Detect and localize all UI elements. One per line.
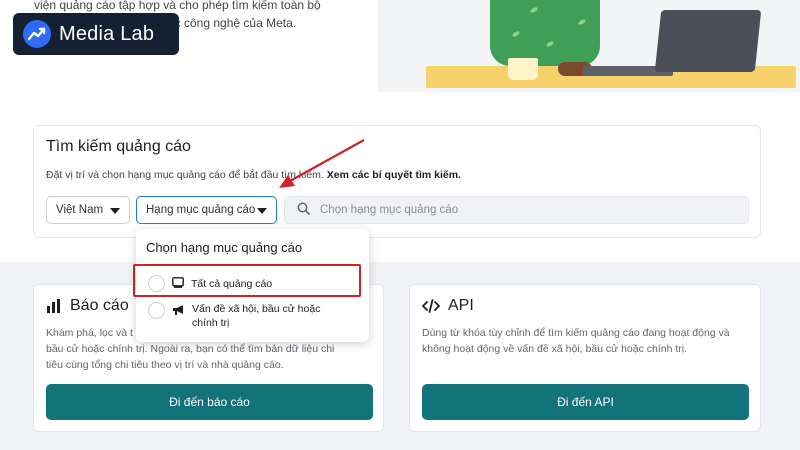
media-lab-logo: Media Lab	[13, 13, 179, 55]
api-description: Dùng từ khóa tùy chỉnh để tìm kiếm quảng…	[422, 327, 730, 355]
api-title: API	[422, 297, 474, 315]
hero-text-line1: viện quảng cáo tập hợp và cho phép tìm k…	[34, 0, 321, 12]
report-desc-line1: Khám phá, lọc và t	[46, 327, 133, 339]
search-title: Tìm kiếm quảng cáo	[46, 138, 191, 155]
api-title-text: API	[448, 297, 474, 314]
report-desc-line2: bầu cử hoặc chính trị. Ngoài ra, bạn có …	[46, 343, 335, 355]
search-placeholder: Chọn hạng mục quảng cáo	[320, 204, 459, 216]
option-label: Vấn đề xã hội, bầu cử hoặc chính trị	[192, 303, 321, 329]
go-to-api-button[interactable]: Đi đến API	[422, 384, 749, 420]
search-subtitle: Đặt vị trí và chọn hạng mục quảng cáo để…	[46, 169, 461, 181]
go-to-report-button[interactable]: Đi đến báo cáo	[46, 384, 373, 420]
category-value: Hạng mục quảng cáo	[146, 204, 256, 216]
person-shirt	[490, 0, 600, 66]
laptop-screen	[654, 10, 762, 72]
country-value: Việt Nam	[56, 204, 104, 216]
report-title: Báo cáo	[46, 297, 129, 315]
caret-down-icon	[257, 208, 267, 214]
search-icon	[297, 202, 310, 218]
megaphone-icon	[172, 304, 185, 316]
code-icon	[422, 299, 440, 313]
search-instructions: Đặt vị trí và chọn hạng mục quảng cáo để…	[46, 169, 324, 181]
dropdown-title: Chọn hạng mục quảng cáo	[146, 240, 303, 255]
search-ads-panel: Tìm kiếm quảng cáo Đặt vị trí và chọn hạ…	[33, 125, 761, 238]
ad-category-select[interactable]: Hạng mục quảng cáo	[136, 196, 277, 224]
trend-up-icon	[23, 20, 51, 48]
api-card: API Dùng từ khóa tùy chỉnh để tìm kiếm q…	[409, 284, 761, 432]
caret-down-icon	[110, 208, 120, 214]
search-tips-link[interactable]: Xem các bí quyết tìm kiếm.	[327, 169, 461, 181]
coffee-mug	[508, 58, 538, 80]
option-social-political-ads[interactable]: Vấn đề xã hội, bầu cử hoặc chính trị	[136, 302, 369, 330]
bar-chart-icon	[46, 299, 62, 313]
radio-button[interactable]	[148, 302, 165, 319]
hero-illustration	[378, 0, 800, 92]
annotation-highlight-box	[133, 264, 361, 297]
logo-text: Media Lab	[59, 22, 155, 45]
report-desc-line3: tiêu cùng tổng chi tiêu theo vị trí và n…	[46, 359, 284, 371]
report-title-text: Báo cáo	[70, 297, 129, 314]
country-select[interactable]: Việt Nam	[46, 196, 130, 224]
search-input[interactable]: Chọn hạng mục quảng cáo	[284, 196, 749, 224]
